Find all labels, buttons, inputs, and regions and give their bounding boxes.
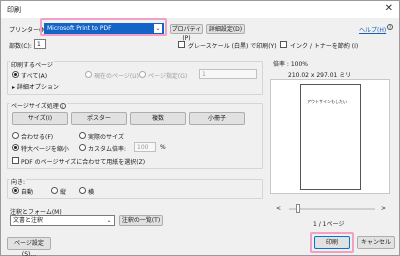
next-page-icon[interactable]: > (381, 205, 386, 212)
orientation-portrait-label: 縦 (60, 189, 67, 196)
pages-range-input[interactable]: 1 (199, 69, 257, 79)
window-title: 印刷 (7, 6, 21, 14)
fit-radio[interactable] (12, 132, 19, 139)
pages-current-label: 現在のページ(U) (94, 73, 139, 80)
printer-select[interactable]: Microsoft Print to PDF ⌄ (44, 23, 164, 34)
fit-label: 合わせる(F) (21, 134, 54, 141)
pdf-size-checkbox[interactable] (12, 157, 19, 164)
copies-label: 部数(C): (9, 43, 32, 50)
custom-scale-value: 100 (137, 144, 149, 151)
preview-area: アウトサインもしたい (270, 79, 390, 194)
booklet-button[interactable]: 小冊子 (189, 112, 245, 125)
copies-input[interactable]: 1 (34, 39, 46, 49)
save-ink-checkbox[interactable] (280, 41, 287, 48)
print-dialog: 印刷 ✕ プリンター(N): Microsoft Print to PDF ⌄ … (0, 0, 400, 256)
summarize-comments-button[interactable]: 注釈の一覧(T) (119, 215, 163, 226)
page-setup-button[interactable]: ページ設定(S)... (7, 237, 51, 256)
comments-selected-value: 文書と注釈 (13, 217, 44, 224)
orientation-auto-label: 自動 (21, 189, 34, 196)
help-icon[interactable]: ? (386, 24, 393, 31)
grayscale-checkbox[interactable] (178, 41, 185, 48)
help-link[interactable]: ヘルプ(H) (359, 25, 386, 34)
pages-section-label: 印刷するページ (10, 60, 54, 69)
percent-label: % (160, 144, 166, 151)
preview-page: アウトサインもしたい (300, 84, 361, 190)
chevron-down-icon: ⌄ (154, 24, 162, 33)
chevron-down-icon: ⌄ (106, 217, 112, 224)
pdf-size-label: PDF のページサイズに合わせて用紙を選択(Z) (21, 159, 146, 166)
advanced-button[interactable]: 詳細設定(D) (206, 24, 245, 34)
page-slider-thumb[interactable] (296, 204, 300, 213)
save-ink-label: インク / トナーを節約 (I) (290, 43, 359, 50)
more-options-toggle[interactable]: ▸ 詳細オプション (12, 82, 59, 91)
multiple-button[interactable]: 複数 (130, 112, 186, 125)
orientation-group (7, 179, 263, 199)
actual-size-radio[interactable] (79, 132, 86, 139)
orientation-landscape-radio[interactable] (79, 187, 86, 194)
page-slider-track[interactable] (289, 208, 375, 210)
close-icon[interactable]: ✕ (385, 3, 393, 14)
pages-all-radio[interactable] (12, 71, 19, 78)
orientation-label: 向き: (10, 177, 27, 186)
page-sizing-label: ページサイズ処理 (11, 103, 59, 110)
cancel-button[interactable]: キャンセル (357, 236, 395, 249)
title-bar: 印刷 ✕ (1, 1, 399, 18)
pages-all-label: すべて(A) (21, 73, 48, 80)
preview-scale-label: 倍率 : 100% (273, 61, 308, 68)
comments-select[interactable]: 文書と注釈 ⌄ (10, 215, 115, 226)
pages-current-radio[interactable] (85, 71, 92, 78)
page-sizing-section: ページサイズ処理 i (10, 101, 67, 110)
preview-paper-size: 210.02 x 297.01 ミリ (288, 72, 352, 79)
print-button[interactable]: 印刷 (314, 236, 350, 249)
shrink-radio[interactable] (12, 144, 19, 151)
poster-button[interactable]: ポスター (71, 112, 127, 125)
pages-range-radio[interactable] (139, 71, 146, 78)
printer-selected-value: Microsoft Print to PDF (47, 25, 112, 32)
shrink-label: 特大ページを縮小 (21, 146, 69, 153)
info-icon: i (59, 103, 66, 109)
page-count-label: 1 / 1ページ (313, 221, 345, 228)
size-button[interactable]: サイズ(I) (12, 112, 68, 125)
orientation-auto-radio[interactable] (12, 187, 19, 194)
actual-size-label: 実際のサイズ (88, 134, 124, 141)
pages-range-value: 1 (202, 71, 206, 78)
properties-button[interactable]: プロパティ(P) (170, 24, 203, 42)
copies-value: 1 (37, 41, 41, 48)
prev-page-icon[interactable]: < (276, 205, 281, 212)
orientation-landscape-label: 横 (88, 189, 95, 196)
custom-scale-input[interactable]: 100 (134, 142, 156, 152)
custom-scale-radio[interactable] (79, 144, 86, 151)
pages-range-label: ページ指定(G) (148, 73, 188, 80)
more-options-label: 詳細オプション (16, 84, 59, 91)
preview-page-text: アウトサインもしたい (307, 99, 347, 104)
custom-scale-label: カスタム倍率: (88, 146, 127, 153)
grayscale-label: グレースケール (白黒) で印刷(Y) (188, 43, 277, 50)
orientation-portrait-radio[interactable] (51, 187, 58, 194)
